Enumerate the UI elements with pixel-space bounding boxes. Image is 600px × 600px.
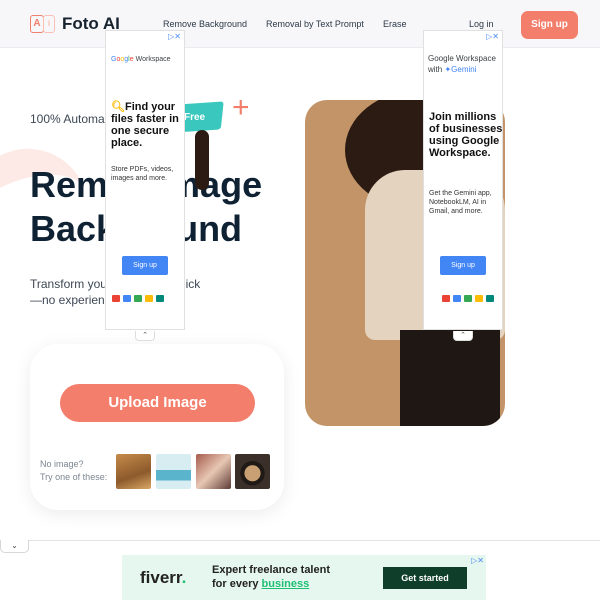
drive-icon bbox=[134, 295, 142, 302]
plus-icon: + bbox=[232, 91, 250, 124]
ad-choices-icon[interactable]: ▷✕ bbox=[486, 32, 499, 41]
ad-brand: Google Workspace bbox=[111, 56, 171, 63]
signup-button[interactable]: Sign up bbox=[521, 11, 578, 39]
ad-brand-line-2: with ✦Gemini bbox=[428, 64, 496, 75]
sample-image-couple[interactable] bbox=[196, 454, 231, 489]
gmail-icon bbox=[112, 295, 120, 302]
fiverr-ad-prefix: for every bbox=[212, 578, 259, 590]
calendar-icon bbox=[453, 295, 461, 302]
docs-icon bbox=[475, 295, 483, 302]
ad-collapse-tab-left[interactable]: ⌃ bbox=[135, 331, 155, 341]
bottom-divider bbox=[0, 540, 600, 541]
meet-icon bbox=[156, 295, 164, 302]
workspace-app-icons bbox=[442, 295, 494, 302]
sample-image-dog[interactable] bbox=[116, 454, 151, 489]
ad-google-workspace-right[interactable]: ▷✕ Google Workspace with ✦Gemini Join mi… bbox=[423, 30, 503, 330]
fiverr-logo-text: fiverr bbox=[140, 568, 182, 587]
ad-signup-button[interactable]: Sign up bbox=[440, 256, 486, 275]
photo-pants bbox=[400, 330, 500, 426]
hero-tagline: 100% Automa bbox=[30, 112, 105, 126]
photo-hair-edge bbox=[195, 130, 209, 190]
ad-signup-button[interactable]: Sign up bbox=[122, 256, 168, 275]
upload-card: Upload Image No image? Try one of these: bbox=[30, 344, 284, 510]
meet-icon bbox=[486, 295, 494, 302]
ad-headline: Join millions of businesses using Google… bbox=[429, 111, 503, 159]
ad-body: Get the Gemini app, NotebookLM, AI in Gm… bbox=[429, 190, 492, 215]
sample-hint-line-1: No image? bbox=[40, 459, 84, 469]
top-navbar: Ai Foto AI Remove Background Removal by … bbox=[0, 0, 600, 48]
logo-icon: Ai bbox=[30, 13, 56, 35]
ad-google-workspace-left[interactable]: ▷✕ Google Workspace 🔍︎Find your files fa… bbox=[105, 30, 185, 330]
nav-remove-background[interactable]: Remove Background bbox=[163, 19, 247, 29]
ad-brand-gemini: Gemini bbox=[451, 65, 477, 74]
ad-headline: 🔍︎Find your files faster in one secure p… bbox=[111, 101, 185, 149]
ad-collapse-tab-right[interactable]: ⌃ bbox=[453, 331, 473, 341]
docs-icon bbox=[145, 295, 153, 302]
sample-hint-line-2: Try one of these: bbox=[40, 472, 108, 482]
ad-brand-with: with bbox=[428, 65, 443, 74]
sample-image-car[interactable] bbox=[156, 454, 191, 489]
sample-hint: No image? Try one of these: bbox=[40, 458, 107, 484]
free-badge-label: Free bbox=[184, 112, 206, 123]
nav-erase[interactable]: Erase bbox=[383, 19, 407, 29]
gmail-icon bbox=[442, 295, 450, 302]
calendar-icon bbox=[123, 295, 131, 302]
ad-brand: Google Workspace with ✦Gemini bbox=[428, 53, 496, 75]
sample-image-coffee[interactable] bbox=[235, 454, 270, 489]
workspace-app-icons bbox=[112, 295, 164, 302]
fiverr-get-started-button[interactable]: Get started bbox=[383, 567, 467, 589]
magnifier-icon: 🔍︎ bbox=[111, 101, 125, 113]
ad-choices-icon[interactable]: ▷✕ bbox=[471, 556, 484, 565]
ad-body: Store PDFs, videos, images and more. bbox=[111, 166, 174, 182]
chevron-down-icon[interactable]: ⌄ bbox=[0, 540, 29, 553]
fiverr-ad-highlight: business bbox=[261, 578, 310, 590]
ad-brand-line-1: Google Workspace bbox=[428, 54, 496, 63]
fiverr-ad-line-1: Expert freelance talent bbox=[212, 564, 330, 576]
login-link[interactable]: Log in bbox=[469, 19, 494, 29]
page: Ai Foto AI Remove Background Removal by … bbox=[0, 0, 600, 600]
fiverr-logo: fiverr. bbox=[140, 568, 187, 587]
ad-choices-icon[interactable]: ▷✕ bbox=[168, 32, 181, 41]
nav-removal-by-text-prompt[interactable]: Removal by Text Prompt bbox=[266, 19, 364, 29]
upload-image-button[interactable]: Upload Image bbox=[60, 384, 255, 422]
fiverr-ad-text: Expert freelance talent for every busine… bbox=[212, 563, 330, 591]
fiverr-ad-line-2: for every business bbox=[212, 577, 330, 591]
drive-icon bbox=[464, 295, 472, 302]
ad-fiverr-banner[interactable]: ▷✕ fiverr. Expert freelance talent for e… bbox=[122, 555, 486, 600]
